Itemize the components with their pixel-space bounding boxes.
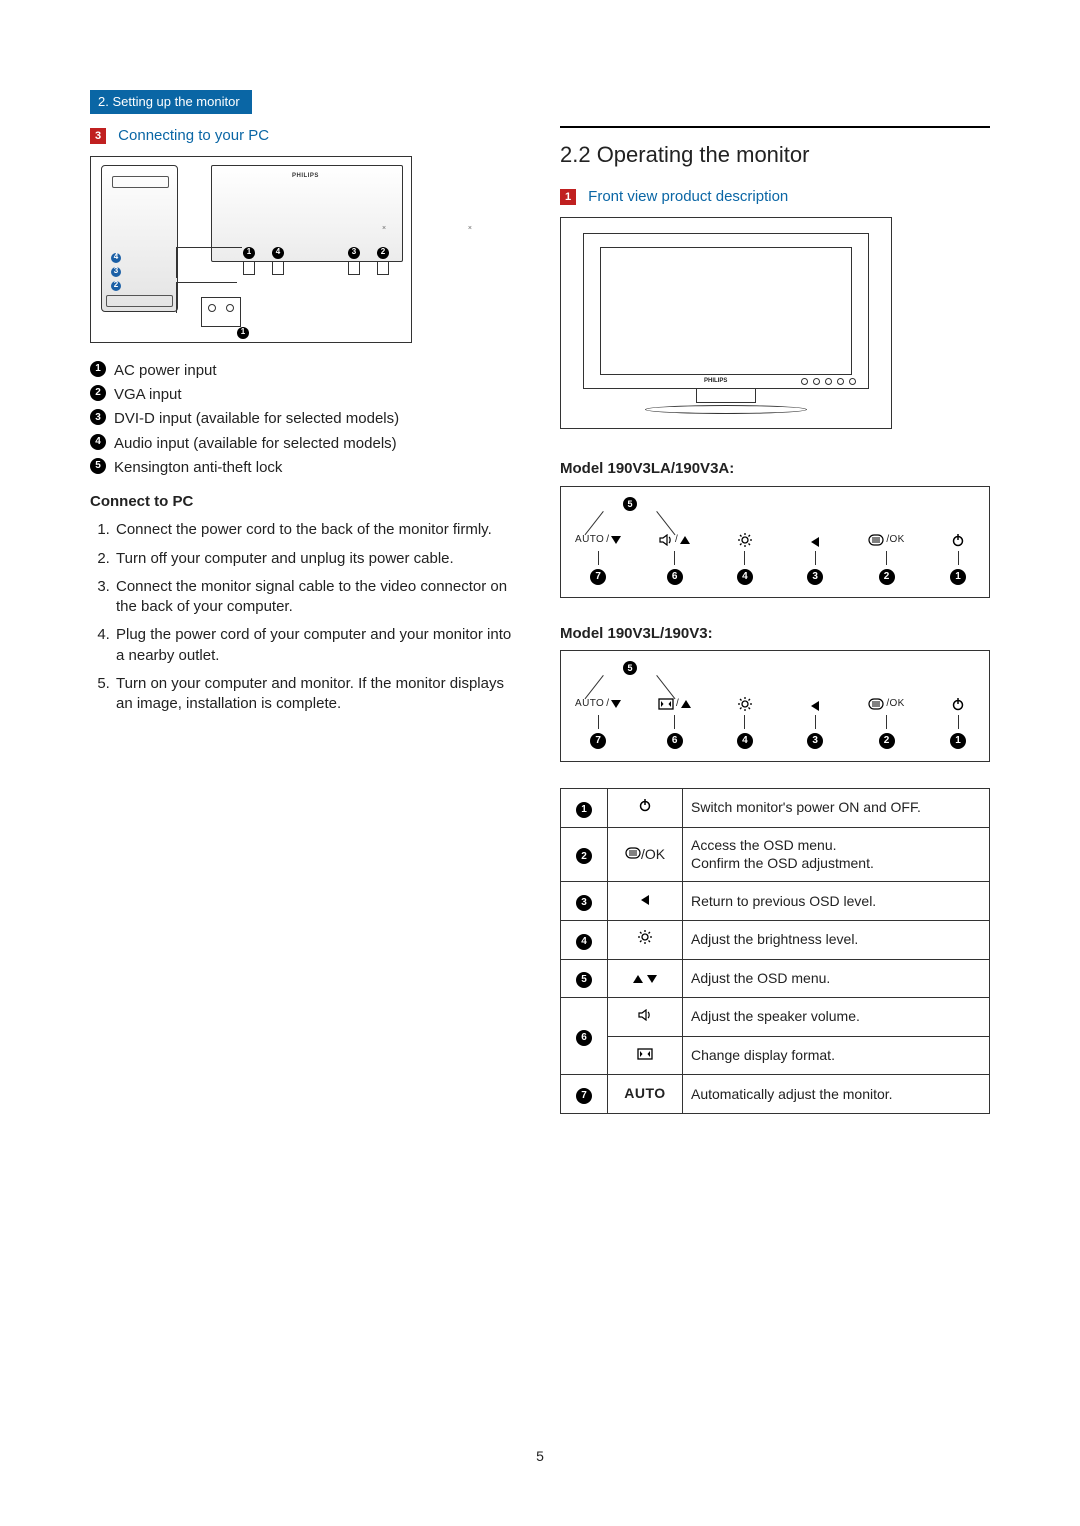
panel-button-7: AUTO/7 bbox=[575, 533, 621, 585]
pc-tower: 4 3 2 bbox=[101, 165, 178, 312]
func-row-6b: Change display format. bbox=[561, 1036, 990, 1075]
func-row-5: 5Adjust the OSD menu. bbox=[561, 959, 990, 998]
page-number: 5 bbox=[0, 1447, 1080, 1466]
panel-button-6: /6 bbox=[658, 697, 692, 749]
legend-item-5: 5Kensington anti-theft lock bbox=[90, 458, 520, 478]
step-4: Plug the power cord of your computer and… bbox=[114, 625, 520, 666]
step-1-title: 1 Front view product description bbox=[560, 187, 990, 207]
step-3-title: 3 Connecting to your PC bbox=[90, 126, 520, 146]
pc-port-4: 4 bbox=[111, 253, 121, 263]
panel-button-1: 1 bbox=[941, 533, 975, 585]
diagram-legend: 1AC power input 2VGA input 3DVI-D input … bbox=[90, 361, 520, 478]
chapter-tab: 2. Setting up the monitor bbox=[90, 90, 252, 114]
step-3: Connect the monitor signal cable to the … bbox=[114, 577, 520, 618]
panel-button-4: 4 bbox=[728, 697, 762, 749]
variant-1-label: Model 190V3LA/190V3A: bbox=[560, 459, 990, 479]
panel-button-3: 3 bbox=[798, 537, 832, 585]
pc-port-2: 2 bbox=[111, 281, 121, 291]
mon-port-3: 3 bbox=[348, 247, 360, 275]
right-column: 2.2 Operating the monitor 1 Front view p… bbox=[560, 126, 990, 1114]
socket-callout-1: 1 bbox=[237, 327, 249, 339]
func-row-1: 1Switch monitor's power ON and OFF. bbox=[561, 788, 990, 827]
func-row-7: 7AUTOAutomatically adjust the monitor. bbox=[561, 1075, 990, 1114]
legend-item-1: 1AC power input bbox=[90, 361, 520, 381]
func-row-4: 4Adjust the brightness level. bbox=[561, 920, 990, 959]
func-row-6a: 6Adjust the speaker volume. bbox=[561, 998, 990, 1037]
connect-head: Connect to PC bbox=[90, 492, 520, 512]
panel-button-6: /6 bbox=[658, 533, 692, 585]
step-badge-1: 1 bbox=[560, 189, 576, 205]
pc-port-3: 3 bbox=[111, 267, 121, 277]
step-title-text: Connecting to your PC bbox=[118, 127, 269, 144]
mon-port-1: 1 bbox=[243, 247, 255, 275]
step-5: Turn on your computer and monitor. If th… bbox=[114, 674, 520, 715]
left-column: 3 Connecting to your PC 4 3 2 ×× bbox=[90, 126, 520, 1114]
front-view-diagram: PHILIPS bbox=[560, 217, 892, 429]
section-heading: 2.2 Operating the monitor bbox=[560, 134, 990, 170]
callout-5: 5 bbox=[623, 661, 637, 675]
connect-steps: Connect the power cord to the back of th… bbox=[90, 520, 520, 714]
mon-port-4: 4 bbox=[272, 247, 284, 275]
function-table: 1Switch monitor's power ON and OFF.2/OKA… bbox=[560, 788, 990, 1114]
button-row-variant-1: 5 AUTO/7/6 43/OK2 1 bbox=[560, 486, 990, 598]
step-title-text: Front view product description bbox=[588, 188, 788, 205]
mon-port-2: 2 bbox=[377, 247, 389, 275]
button-row-variant-2: 5 AUTO/7/6 43/OK2 1 bbox=[560, 650, 990, 762]
legend-item-3: 3DVI-D input (available for selected mod… bbox=[90, 409, 520, 429]
legend-item-4: 4Audio input (available for selected mod… bbox=[90, 434, 520, 454]
panel-button-3: 3 bbox=[798, 701, 832, 749]
func-row-2: 2/OKAccess the OSD menu.Confirm the OSD … bbox=[561, 827, 990, 882]
panel-button-1: 1 bbox=[941, 697, 975, 749]
variant-2-label: Model 190V3L/190V3: bbox=[560, 624, 990, 644]
step-2: Turn off your computer and unplug its po… bbox=[114, 549, 520, 569]
panel-button-2: /OK2 bbox=[868, 697, 904, 749]
panel-button-2: /OK2 bbox=[868, 533, 904, 585]
step-badge-3: 3 bbox=[90, 128, 106, 144]
callout-5: 5 bbox=[623, 497, 637, 511]
legend-item-2: 2VGA input bbox=[90, 385, 520, 405]
connection-diagram: 4 3 2 ×× 1 4 bbox=[90, 156, 412, 343]
step-1: Connect the power cord to the back of th… bbox=[114, 520, 520, 540]
func-row-3: 3Return to previous OSD level. bbox=[561, 882, 990, 921]
panel-button-4: 4 bbox=[728, 533, 762, 585]
panel-button-7: AUTO/7 bbox=[575, 697, 621, 749]
